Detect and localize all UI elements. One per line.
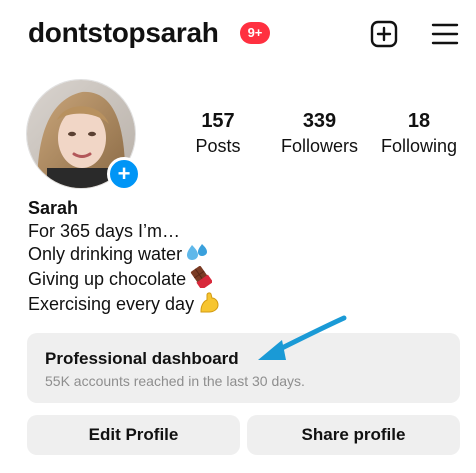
edit-profile-button[interactable]: Edit Profile	[27, 415, 240, 455]
bio-line: Giving up chocolate	[28, 266, 220, 291]
following-count: 18	[407, 110, 431, 132]
followers-count: 339	[302, 110, 337, 132]
posts-label: Posts	[195, 136, 241, 156]
bio-line: Only drinking water	[28, 243, 220, 266]
bio-line: For 365 days I’m…	[28, 221, 181, 241]
notification-badge[interactable]: 9+	[240, 22, 270, 44]
posts-count: 157	[201, 110, 235, 132]
chocolate-bar-icon	[191, 266, 213, 288]
bio: Sarah For 365 days I’m… Only drinking wa…	[28, 197, 220, 316]
following-stat[interactable]: 18 Following	[376, 108, 462, 158]
bio-name: Sarah	[28, 198, 79, 218]
followers-label: Followers	[280, 136, 359, 156]
share-profile-button[interactable]: Share profile	[247, 415, 460, 455]
professional-dashboard-card[interactable]: Professional dashboard 55K accounts reac…	[27, 333, 460, 403]
bio-line: Exercising every day	[28, 291, 220, 316]
username-header[interactable]: dontstopsarah	[28, 14, 219, 52]
flexed-biceps-icon	[200, 292, 219, 313]
plus-square-icon[interactable]	[370, 20, 398, 48]
sweat-droplets-icon	[187, 244, 208, 260]
dashboard-title: Professional dashboard	[45, 349, 239, 368]
dashboard-subtitle: 55K accounts reached in the last 30 days…	[45, 373, 305, 389]
plus-circle-icon: +	[117, 161, 131, 186]
pointer-arrow-icon	[258, 315, 347, 360]
hamburger-menu-icon[interactable]	[431, 22, 459, 46]
followers-stat[interactable]: 339 Followers	[272, 108, 367, 158]
profile-page: dontstopsarah 9+ + 157 Posts 339 Followe…	[0, 0, 476, 473]
following-label: Following	[380, 136, 458, 156]
posts-stat[interactable]: 157 Posts	[178, 108, 258, 158]
add-story-button[interactable]: +	[107, 157, 141, 191]
